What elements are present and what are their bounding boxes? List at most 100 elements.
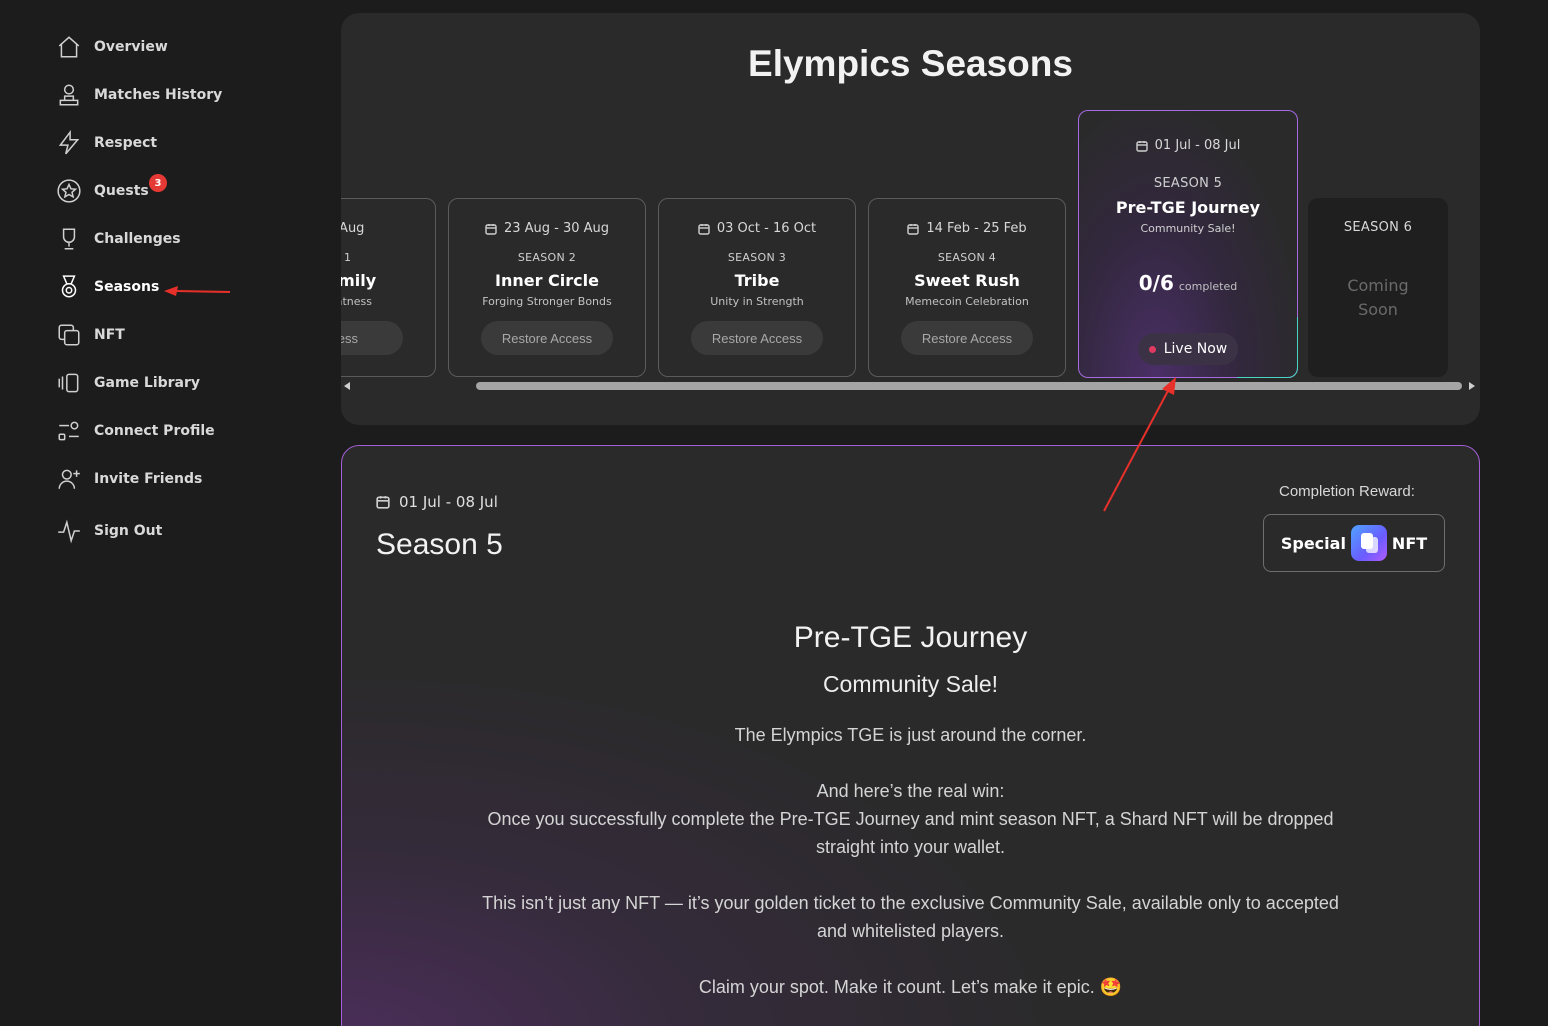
connect-icon	[58, 421, 79, 441]
season-date-text: 14 Feb - 25 Feb	[926, 221, 1027, 236]
season-date-text: 01 Jul - 08 Jul	[1154, 138, 1241, 153]
live-now-badge: Live Now	[1138, 333, 1238, 365]
sidebar-item-label: Game Library	[94, 375, 201, 391]
sidebar-item-respect[interactable]: Respect	[56, 123, 157, 163]
scrollbar-thumb[interactable]	[476, 382, 1462, 390]
activity-icon	[58, 519, 80, 544]
season-date: 01 Jul - 08 Jul	[1079, 138, 1297, 153]
season-card-4[interactable]: 14 Feb - 25 Feb SEASON 4 Sweet Rush Meme…	[868, 198, 1066, 377]
restore-access-button[interactable]: Access	[341, 321, 403, 355]
completion-reward-box: Special NFT	[1263, 514, 1445, 572]
sidebar-item-label: Matches History	[94, 87, 223, 103]
season-name: Sweet Rush	[914, 271, 1020, 290]
home-icon	[58, 36, 80, 58]
quests-count-badge: 3	[149, 174, 167, 192]
coming-soon-line-1: Coming	[1347, 276, 1409, 295]
annotation-arrow-icon	[164, 286, 231, 296]
sidebar-item-connect-profile[interactable]: Connect Profile	[56, 411, 215, 451]
sidebar-item-label: Challenges	[94, 231, 181, 247]
sidebar-item-label: Sign Out	[94, 523, 163, 539]
sidebar-item-overview[interactable]: Overview	[56, 27, 168, 67]
season-number: SEASON 6	[1343, 220, 1413, 235]
detail-season-title: Season 5	[376, 528, 503, 561]
season-name: Inner Circle	[495, 271, 599, 290]
reward-text-left: Special	[1280, 533, 1346, 553]
sidebar: Overview Matches History Respect Quests …	[0, 0, 320, 1026]
user-history-icon	[59, 84, 79, 106]
detail-date-text: 01 Jul - 08 Jul	[399, 493, 498, 511]
sidebar-item-sign-out[interactable]: Sign Out	[56, 511, 162, 551]
sidebar-item-challenges[interactable]: Challenges	[56, 219, 181, 259]
season-name: Pre-TGE Journey	[1115, 198, 1261, 217]
season-progress: 0/6 completed	[1079, 271, 1297, 295]
calendar-icon	[485, 223, 497, 235]
progress-label: completed	[1178, 280, 1238, 293]
description-paragraph: And here’s the real win:	[816, 781, 1005, 801]
calendar-icon	[376, 496, 390, 509]
scroll-right-arrow-icon[interactable]	[1469, 382, 1475, 390]
sidebar-item-matches-history[interactable]: Matches History	[56, 75, 222, 115]
season-subtitle: Memecoin Celebration	[905, 295, 1029, 308]
app-root: Overview Matches History Respect Quests …	[0, 0, 1548, 1026]
season-date: 23 Aug - 30 Aug	[449, 221, 645, 236]
description-paragraph: The Elympics TGE is just around the corn…	[734, 725, 1087, 745]
copy-icon	[58, 324, 80, 346]
detail-content: Pre-TGE Journey Community Sale! The Elym…	[342, 621, 1479, 1001]
season-date-text: - 09 Aug	[341, 221, 365, 236]
completion-reward-label: Completion Reward:	[1279, 483, 1415, 500]
sidebar-item-label: Overview	[94, 39, 168, 55]
sidebar-item-seasons[interactable]: Seasons	[56, 267, 159, 307]
season-subtitle: of Greatness	[341, 295, 372, 308]
sidebar-item-label: Connect Profile	[94, 423, 215, 439]
season-name: & Family	[341, 271, 377, 290]
season-date: 03 Oct - 16 Oct	[659, 221, 855, 236]
horizontal-scrollbar[interactable]	[341, 380, 1480, 392]
season-card-6-upcoming: SEASON 6 Coming Soon	[1308, 198, 1448, 377]
sidebar-item-quests[interactable]: Quests 3	[56, 171, 167, 211]
description-paragraph: Claim your spot. Make it count. Let’s ma…	[698, 977, 1123, 997]
nft-logo-icon	[1350, 525, 1387, 561]
sidebar-item-label: Seasons	[94, 279, 160, 295]
season-subtitle: Unity in Strength	[710, 295, 804, 308]
reward-text-right: NFT	[1391, 533, 1428, 553]
season-date: - 09 Aug	[341, 221, 435, 236]
season-card-1[interactable]: - 09 Aug ON 1 & Family of Greatness Acce…	[341, 198, 436, 377]
restore-access-button[interactable]: Restore Access	[691, 321, 823, 355]
live-dot-icon	[1148, 345, 1156, 353]
progress-count: 0/6	[1138, 271, 1174, 295]
season-number: SEASON 3	[727, 251, 787, 264]
season-card-3[interactable]: 03 Oct - 16 Oct SEASON 3 Tribe Unity in …	[658, 198, 856, 377]
calendar-icon	[1135, 140, 1148, 152]
coming-soon-text: Coming Soon	[1308, 274, 1448, 322]
description-paragraph: This isn’t just any NFT — it’s your gold…	[482, 893, 1339, 941]
season-name: Tribe	[734, 271, 780, 290]
medal-icon	[61, 275, 77, 298]
star-badge-icon	[57, 179, 81, 203]
season-number: ON 1	[341, 251, 352, 264]
sidebar-item-label: Invite Friends	[94, 471, 203, 487]
trophy-icon	[62, 228, 76, 250]
sale-subtitle: Community Sale!	[822, 671, 999, 697]
user-plus-icon	[58, 469, 80, 489]
season-number: SEASON 4	[937, 251, 997, 264]
season-subtitle: Community Sale!	[1140, 222, 1236, 235]
seasons-carousel-panel: Elympics Seasons - 09 Aug ON 1 & Family …	[341, 13, 1480, 425]
season-card-5-current[interactable]: 01 Jul - 08 Jul SEASON 5 Pre-TGE Journey…	[1078, 110, 1298, 378]
sidebar-item-invite-friends[interactable]: Invite Friends	[56, 459, 202, 499]
restore-access-button[interactable]: Restore Access	[481, 321, 613, 355]
season-date-text: 03 Oct - 16 Oct	[716, 221, 817, 236]
season-number: SEASON 2	[517, 251, 577, 264]
page-title: Elympics Seasons	[748, 43, 1073, 84]
sidebar-item-label: Quests	[94, 183, 149, 199]
season-number: SEASON 5	[1153, 176, 1223, 191]
calendar-icon	[907, 223, 920, 235]
sidebar-item-nft[interactable]: NFT	[56, 315, 125, 355]
season-date-text: 23 Aug - 30 Aug	[503, 221, 610, 236]
sidebar-item-game-library[interactable]: Game Library	[56, 363, 200, 403]
season-detail-panel: 01 Jul - 08 Jul Season 5 Completion Rewa…	[341, 445, 1480, 1026]
scroll-left-arrow-icon[interactable]	[344, 382, 350, 390]
sidebar-item-label: Respect	[94, 135, 158, 151]
sidebar-item-label: NFT	[94, 327, 125, 343]
restore-access-button[interactable]: Restore Access	[901, 321, 1033, 355]
season-card-2[interactable]: 23 Aug - 30 Aug SEASON 2 Inner Circle Fo…	[448, 198, 646, 377]
